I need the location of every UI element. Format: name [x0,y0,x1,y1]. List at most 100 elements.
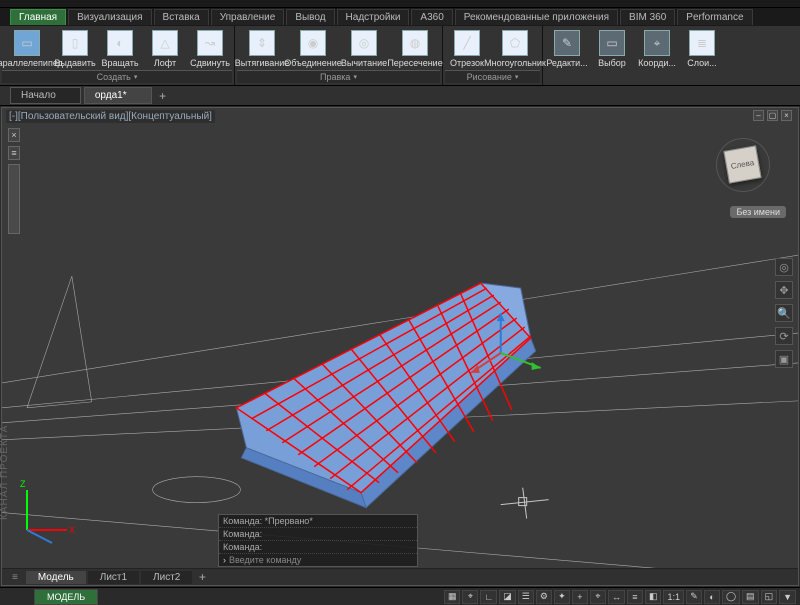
box-icon: ▭ [14,30,40,56]
status-clean-icon[interactable]: ◱ [761,590,778,604]
statusbar: МОДЕЛЬ ▦ ⌖ ∟ ◪ ☰ ⚙ ✦ + ⌖ ↔ ≡ ◧ 1:1 ✎ ◐ ◯… [0,587,800,605]
filetab-add[interactable]: + [155,88,171,104]
command-history-line: Команда: *Прервано* [219,515,417,528]
panel-draw-title[interactable]: Рисование [445,70,540,83]
box-button[interactable]: ▭Параллелепипед [2,28,52,70]
nav-zoom-icon[interactable]: 🔍 [775,304,793,322]
tab-output[interactable]: Вывод [286,9,334,25]
ucs-icon[interactable]: Z X [12,475,82,545]
layout-model[interactable]: Модель [26,571,86,584]
extrude-label: Выдавить [54,58,95,68]
status-otrack-icon[interactable]: + [572,590,588,604]
command-input[interactable]: Введите команду [219,554,417,566]
loft-label: Лофт [154,58,176,68]
layers-label: Слои... [687,58,716,68]
polygon-label: Многоугольник [484,58,546,68]
tab-home[interactable]: Главная [10,9,66,25]
command-history-line: Команда: [219,528,417,541]
status-anno-icon[interactable]: ✎ [686,590,702,604]
tab-performance[interactable]: Performance [677,9,752,25]
tab-addins[interactable]: Надстройки [337,9,410,25]
intersect-label: Пересечение [387,58,442,68]
subtract-button[interactable]: ◎ Вычитание [339,28,389,70]
tab-visualize[interactable]: Визуализация [68,9,151,25]
intersect-button[interactable]: ◍ Пересечение [390,28,440,70]
command-history-line: Команда: [219,541,417,554]
tab-featured[interactable]: Рекомендованные приложения [455,9,618,25]
sweep-button[interactable]: ↝Сдвинуть [188,28,232,70]
extrude-icon: ▯ [62,30,88,56]
sweep-icon: ↝ [197,30,223,56]
loft-button[interactable]: △Лофт [143,28,187,70]
status-ws-icon[interactable]: ◐ [704,590,720,604]
edit-button[interactable]: ✎Редакти... [545,28,589,70]
revolve-icon: ◐ [107,30,133,56]
layout-add[interactable]: + [194,569,210,585]
status-lw-icon[interactable]: ↔ [608,590,625,604]
status-scale-icon[interactable]: 1:1 [663,590,684,604]
layout-sheet1[interactable]: Лист1 [88,571,139,584]
file-tabs: Начало орда1* + [0,86,800,106]
intersect-icon: ◍ [402,30,428,56]
status-grid-icon[interactable]: ▦ [444,590,461,604]
select-button[interactable]: ▭Выбор [590,28,634,70]
coord-button[interactable]: ⌖Коорди... [635,28,679,70]
panel-edit-title[interactable]: Правка [237,70,440,83]
union-label: Объединение [284,58,342,68]
subtract-label: Вычитание [341,58,387,68]
status-trans-icon[interactable]: ≡ [627,590,643,604]
status-ortho-icon[interactable]: ∟ [480,590,497,604]
layout-menu-icon[interactable]: ≡ [6,572,24,583]
union-button[interactable]: ◉Объединение [288,28,338,70]
extrude-button[interactable]: ▯ Выдавить [53,28,97,70]
nav-show-icon[interactable]: ▣ [775,350,793,368]
coord-icon: ⌖ [644,30,670,56]
status-osnap-icon[interactable]: ⚙ [536,590,552,604]
status-3dosnap-icon[interactable]: ✦ [554,590,570,604]
status-cycle-icon[interactable]: ◧ [645,590,662,604]
status-snap-icon[interactable]: ⌖ [462,590,478,604]
filetab-start[interactable]: Начало [10,87,81,104]
panel-draw: ╱Отрезок ⬠Многоугольник Рисование [443,26,543,85]
nav-wheel-icon[interactable]: ◎ [775,258,793,276]
status-iso-icon[interactable]: ☰ [518,590,534,604]
status-model-toggle[interactable]: МОДЕЛЬ [34,589,98,605]
layout-sheet2[interactable]: Лист2 [141,571,192,584]
edit-label: Редакти... [546,58,587,68]
revolve-button[interactable]: ◐Вращать [98,28,142,70]
tab-manage[interactable]: Управление [211,9,285,25]
solid-wedge [236,283,535,507]
filetab-drawing[interactable]: орда1* [84,87,152,104]
panel-create-title[interactable]: Создать [2,70,232,83]
status-iso2-icon[interactable]: ▤ [742,590,759,604]
command-window[interactable]: Команда: *Прервано* Команда: Команда: Вв… [218,514,418,567]
presspull-button[interactable]: ⇕ Вытягивание [237,28,287,70]
line-button[interactable]: ╱Отрезок [445,28,489,70]
line-icon: ╱ [454,30,480,56]
viewcube[interactable]: Слева [716,138,770,192]
nav-pan-icon[interactable]: ✥ [775,281,793,299]
status-hw-icon[interactable]: ◯ [722,590,740,604]
polygon-button[interactable]: ⬠Многоугольник [490,28,540,70]
layers-button[interactable]: ≣Слои... [680,28,724,70]
subtract-icon: ◎ [351,30,377,56]
svg-text:Z: Z [20,479,26,489]
visual-style-pill[interactable]: Без имени [730,206,786,218]
viewport[interactable]: [-][Пользовательский вид][Концептуальный… [1,107,799,586]
project-channel-label: КАНАЛ ПРОЕКТА [0,425,10,520]
status-dyn-icon[interactable]: ⌖ [590,590,606,604]
panel-create: ▭Параллелепипед ▯ Выдавить ◐Вращать △Лофт… [0,26,235,85]
presspull-label: Вытягивание [235,58,289,68]
svg-text:X: X [69,525,75,535]
status-polar-icon[interactable]: ◪ [499,590,516,604]
presspull-icon: ⇕ [249,30,275,56]
ribbon: ▭Параллелепипед ▯ Выдавить ◐Вращать △Лофт… [0,26,800,86]
tab-insert[interactable]: Вставка [154,9,209,25]
nav-orbit-icon[interactable]: ⟳ [775,327,793,345]
panel-misc: ✎Редакти... ▭Выбор ⌖Коорди... ≣Слои... [543,26,726,85]
command-placeholder: Введите команду [229,555,301,565]
tab-bim360[interactable]: BIM 360 [620,9,675,25]
tab-a360[interactable]: A360 [411,9,452,25]
viewcube-face[interactable]: Слева [723,145,761,183]
status-custom-icon[interactable]: ▼ [779,590,796,604]
